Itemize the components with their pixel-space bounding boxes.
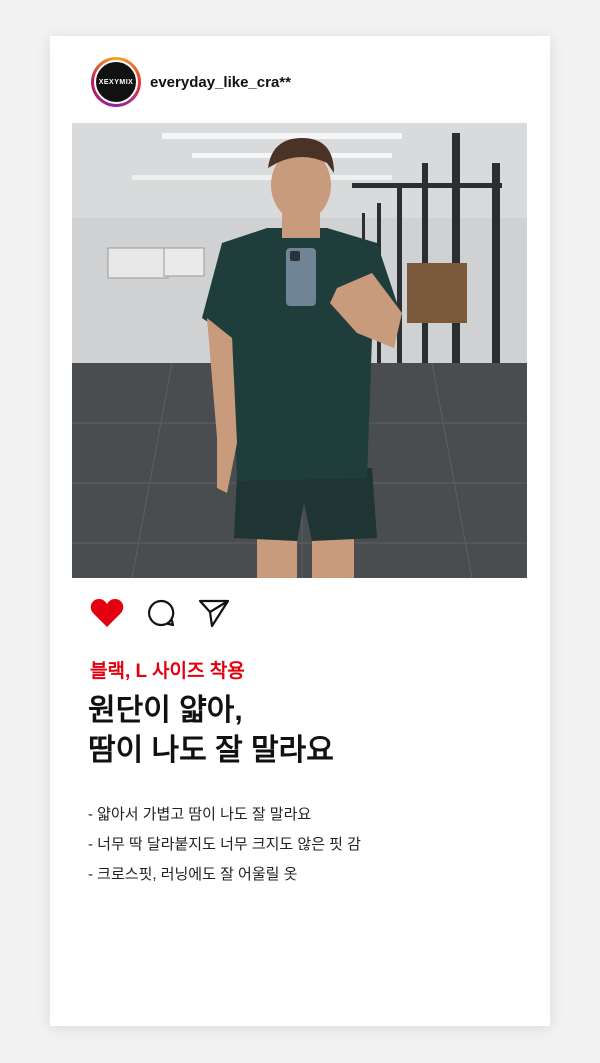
headline-line-1: 원단이 얇아, (88, 694, 243, 727)
avatar[interactable]: XEXYMIX (91, 57, 141, 107)
username[interactable]: everyday_like_cra** (150, 74, 291, 91)
post-photo (72, 123, 527, 578)
bullet-list: - 얇아서 가볍고 땀이 나도 잘 말라요 - 너무 딱 달라붙지도 너무 크지… (88, 800, 361, 890)
comment-icon[interactable] (146, 598, 176, 628)
headline: 원단이 얇아, 땀이 나도 잘 말라요 (88, 691, 334, 771)
post-actions (90, 596, 252, 630)
gym-mirror-selfie-image (72, 123, 527, 578)
send-icon[interactable] (198, 598, 230, 628)
bullet-item: - 크로스핏, 러닝에도 잘 어울릴 옷 (88, 866, 298, 883)
caption-tag: 블랙, L 사이즈 착용 (90, 661, 245, 682)
post-header: XEXYMIX everyday_like_cra** (91, 56, 291, 108)
bullet-item: - 얇아서 가볍고 땀이 나도 잘 말라요 (88, 806, 312, 823)
headline-line-2: 땀이 나도 잘 말라요 (88, 734, 334, 767)
post-card: XEXYMIX everyday_like_cra** 블랙, L 사이즈 착용… (50, 36, 550, 1026)
bullet-item: - 너무 딱 달라붙지도 너무 크지도 않은 핏 감 (88, 836, 361, 853)
heart-icon[interactable] (90, 598, 124, 628)
avatar-logo: XEXYMIX (94, 60, 138, 104)
